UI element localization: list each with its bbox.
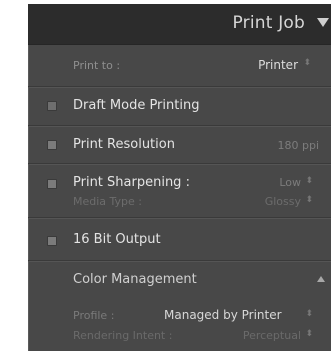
print-to-label: Print to : <box>73 59 121 72</box>
up-down-arrows-icon[interactable]: ⬍ <box>305 310 313 319</box>
up-down-arrows-icon[interactable]: ⬍ <box>305 330 313 339</box>
divider <box>28 217 331 218</box>
panel-title: Print Job <box>232 13 305 33</box>
print-job-panel: Print Job Print to : Printer ⬍ Draft Mod… <box>28 4 331 351</box>
print-resolution-label: Print Resolution <box>73 137 175 152</box>
up-down-arrows-icon[interactable]: ⬍ <box>303 59 311 68</box>
sharpening-amount-select[interactable]: Low <box>279 176 301 189</box>
print-resolution-checkbox[interactable] <box>47 140 57 150</box>
print-sharpening-label: Print Sharpening : <box>73 175 190 190</box>
divider <box>28 163 331 164</box>
color-management-heading: Color Management <box>73 272 197 287</box>
print-to-row: Print to : Printer ⬍ <box>28 45 331 87</box>
print-sharpening-row[interactable]: Print Sharpening : Low ⬍ Media Type : Gl… <box>28 165 331 215</box>
media-type-select[interactable]: Glossy <box>265 195 301 208</box>
profile-select[interactable]: Managed by Printer <box>164 308 282 322</box>
bit-output-label: 16 Bit Output <box>73 232 161 247</box>
up-down-arrows-icon[interactable]: ⬍ <box>305 177 313 186</box>
print-to-select[interactable]: Printer <box>258 58 298 72</box>
disclosure-triangle-icon[interactable] <box>317 18 329 27</box>
screenshot-frame: Print Job Print to : Printer ⬍ Draft Mod… <box>0 0 331 351</box>
print-resolution-value[interactable]: 180 ppi <box>277 139 319 152</box>
rendering-intent-select[interactable]: Perceptual <box>243 329 301 342</box>
draft-mode-checkbox[interactable] <box>47 101 57 111</box>
print-resolution-row[interactable]: Print Resolution 180 ppi <box>28 127 331 163</box>
bit-output-checkbox[interactable] <box>47 236 57 246</box>
divider <box>28 86 331 87</box>
media-type-label: Media Type : <box>73 195 143 208</box>
rendering-intent-label: Rendering Intent : <box>73 329 173 342</box>
profile-label: Profile : <box>73 309 115 322</box>
panel-header[interactable]: Print Job <box>28 4 331 45</box>
draft-mode-label: Draft Mode Printing <box>73 98 200 113</box>
up-down-arrows-icon[interactable]: ⬍ <box>305 196 313 205</box>
print-sharpening-checkbox[interactable] <box>47 179 57 189</box>
divider <box>28 125 331 126</box>
bit-output-row[interactable]: 16 Bit Output <box>28 219 331 259</box>
divider <box>28 260 331 261</box>
color-management-section: Color Management Profile : Managed by Pr… <box>28 262 331 351</box>
disclosure-triangle-icon[interactable] <box>317 276 325 282</box>
draft-mode-row[interactable]: Draft Mode Printing <box>28 88 331 124</box>
